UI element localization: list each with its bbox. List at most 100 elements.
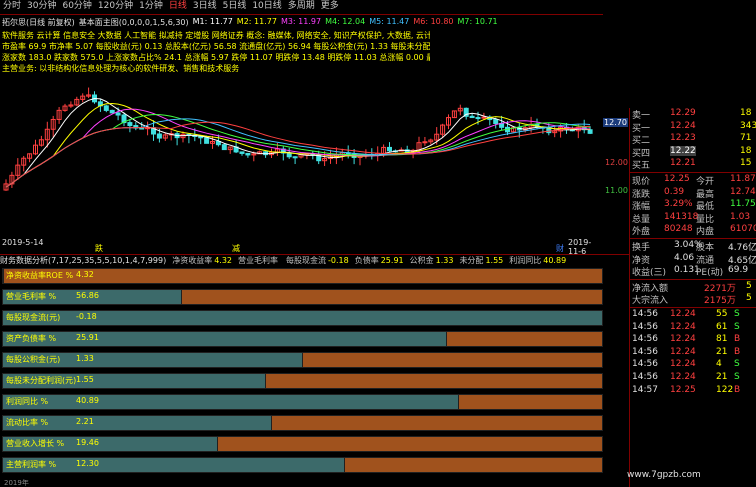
order-level-volume: 18 — [740, 145, 752, 156]
strip-item-2: 每股现金流 -0.18 — [286, 255, 349, 266]
financial-row: 资产负债率 % 25.91 — [2, 331, 603, 347]
stat-label: 外盘 — [632, 227, 651, 238]
tick-row: 14:56 12.24 81 B — [630, 334, 756, 346]
period-tab-8[interactable]: 10日线 — [249, 0, 284, 13]
financial-bars-panel: 净资收益率ROE % 4.32 营业毛利率 % 56.86 每股现金流(元) -0.18 资… — [0, 266, 603, 478]
moving-average-line — [5, 102, 591, 188]
candlestick-chart[interactable]: 跌 减 财 拓尔思(日线 前复权) 基本面主图(0,0,0,0,1,5,6,30) … — [0, 14, 603, 256]
fundamental-info: 软件服务 云计算 信息安全 大数据 人工智能 拟减持 定增股 网络证券 概念: … — [2, 30, 430, 74]
order-level-price: 12.23 — [670, 133, 696, 144]
period-tab-2[interactable]: 60分钟 — [59, 0, 94, 13]
tick-side: B — [734, 334, 741, 345]
financial-row: 流动比率 % 2.21 — [2, 415, 603, 431]
tick-time: 14:56 — [632, 372, 658, 382]
date-axis: 2019年 — [4, 479, 29, 487]
candle-body — [587, 129, 593, 134]
ma-label-3: M3: 11.97 — [280, 17, 322, 26]
stat-label: 股本 — [696, 243, 715, 253]
axis-top-value: 12.70 — [603, 118, 628, 127]
chart-title-row: 拓尔思(日线 前复权) 基本面主图(0,0,0,0,1,5,6,30) M1: … — [2, 17, 502, 28]
stat-value: 4.76亿 — [728, 243, 756, 253]
financial-value: 12.30 — [76, 459, 99, 468]
tick-volume: 4 — [716, 359, 722, 370]
price-axis: 12.70 12.00 11.00 — [603, 14, 629, 254]
tick-time: 14:56 — [632, 346, 658, 357]
financial-row: 净资收益率ROE % 4.32 — [2, 268, 603, 284]
moving-average-line — [5, 118, 591, 188]
period-tab-0[interactable]: 分时 — [0, 0, 24, 13]
strip-item-label: 营业毛利率 — [238, 256, 279, 265]
axis-value-1: 11.00 — [605, 186, 628, 195]
order-level-price: 12.21 — [670, 158, 696, 169]
tick-price: 12.24 — [670, 346, 696, 357]
stat-value: 11.87 — [730, 174, 756, 184]
order-book-row: 买一 12.24 343 — [630, 121, 756, 134]
period-tab-5[interactable]: 日线 — [166, 0, 190, 13]
financial-label: 每股未分配利润(元) — [6, 376, 77, 385]
tick-time: 14:56 — [632, 334, 658, 345]
tick-price: 12.25 — [670, 384, 696, 395]
indicator-name[interactable]: 基本面主图(0,0,0,0,1,5,6,30) — [79, 17, 189, 28]
strip-item-3: 负债率 25.91 — [355, 255, 404, 266]
period-tab-3[interactable]: 120分钟 — [95, 0, 136, 13]
ma-label-5: M5: 11.47 — [369, 17, 410, 26]
candle-body — [292, 156, 298, 159]
candle-body — [115, 112, 121, 116]
ma-label-1: M1: 11.77 — [192, 17, 233, 26]
financial-value: 25.91 — [76, 333, 99, 342]
order-book-row: 买五 12.21 15 — [630, 158, 756, 172]
strip-item-label: 公积金 — [409, 256, 434, 265]
period-tab-7[interactable]: 5日线 — [220, 0, 250, 13]
tick-side: S — [734, 321, 740, 332]
tick-price: 12.24 — [670, 372, 696, 382]
separator — [630, 238, 756, 239]
info-line-2: 涨家数 183.0 跌家数 575.0 上涨家数占比% 24.1 总涨幅 5.9… — [2, 53, 430, 62]
candle-body — [109, 109, 115, 114]
financial-row: 每股公积金(元) 1.33 — [2, 352, 603, 368]
stat-label: 流通 — [696, 255, 715, 266]
period-tab-4[interactable]: 1分钟 — [136, 0, 166, 13]
ma-label-4: M4: 12.04 — [325, 17, 366, 26]
order-level-label: 买二 — [632, 136, 651, 147]
stat-label: 换手 — [632, 243, 651, 253]
indicator-strip[interactable]: 财务数据分析(7,17,25,35,5,5,10,1,4,7,999) 净资收益… — [0, 254, 629, 266]
axis-value-0: 12.00 — [605, 158, 628, 167]
candle-body — [422, 141, 428, 144]
stat-label: 收益(三) — [632, 268, 667, 279]
tick-volume: 61 — [716, 321, 728, 332]
period-tab-1[interactable]: 30分钟 — [24, 0, 59, 13]
stat-row: 净资 4.06 流通 4.65亿 — [630, 253, 756, 266]
financial-label: 流动比率 % — [6, 418, 49, 427]
period-tab-10[interactable]: 更多 — [318, 0, 342, 13]
order-level-volume: 18 — [740, 108, 752, 118]
period-tab-9[interactable]: 多周期 — [285, 0, 318, 13]
tick-row: 14:56 12.24 61 S — [630, 322, 756, 334]
stat-row: 现价 12.25 今开 11.87 — [630, 174, 756, 187]
info-line-3: 主营业务: 以非结构化信息处理为核心的软件研发、销售和技术服务 — [2, 64, 240, 73]
financial-value: 40.89 — [76, 396, 99, 405]
stat-label: 涨跌 — [632, 189, 651, 200]
stat-label: 最高 — [696, 189, 715, 200]
financial-value: 56.86 — [76, 291, 99, 300]
order-level-label: 买五 — [632, 161, 651, 172]
tick-volume: 81 — [716, 334, 728, 345]
financial-value: 1.55 — [76, 375, 94, 384]
tick-price: 12.24 — [670, 359, 696, 370]
stat-value: 1.03 — [730, 211, 751, 222]
stat-label: 现价 — [632, 177, 651, 187]
candle-body — [546, 127, 552, 134]
order-level-price: 12.29 — [670, 108, 696, 118]
ma-labels: M1: 11.77 M2: 11.77 M3: 11.97 M4: 12.04 M5: … — [193, 17, 502, 28]
moving-average-line — [5, 121, 591, 188]
tick-time: 14:56 — [632, 359, 658, 370]
tick-price: 12.24 — [670, 321, 696, 332]
strip-item-value: 1.55 — [485, 256, 504, 265]
candle-body — [475, 117, 481, 120]
strip-item-5: 未分配 1.55 — [459, 255, 503, 266]
chart-title: 拓尔思(日线 前复权) — [2, 18, 75, 27]
financial-label: 净资收益率ROE % — [6, 271, 74, 280]
candle-body — [127, 122, 133, 127]
period-tab-6[interactable]: 3日线 — [190, 0, 220, 13]
tick-volume: 55 — [716, 309, 728, 319]
financial-value: 4.32 — [76, 270, 94, 279]
